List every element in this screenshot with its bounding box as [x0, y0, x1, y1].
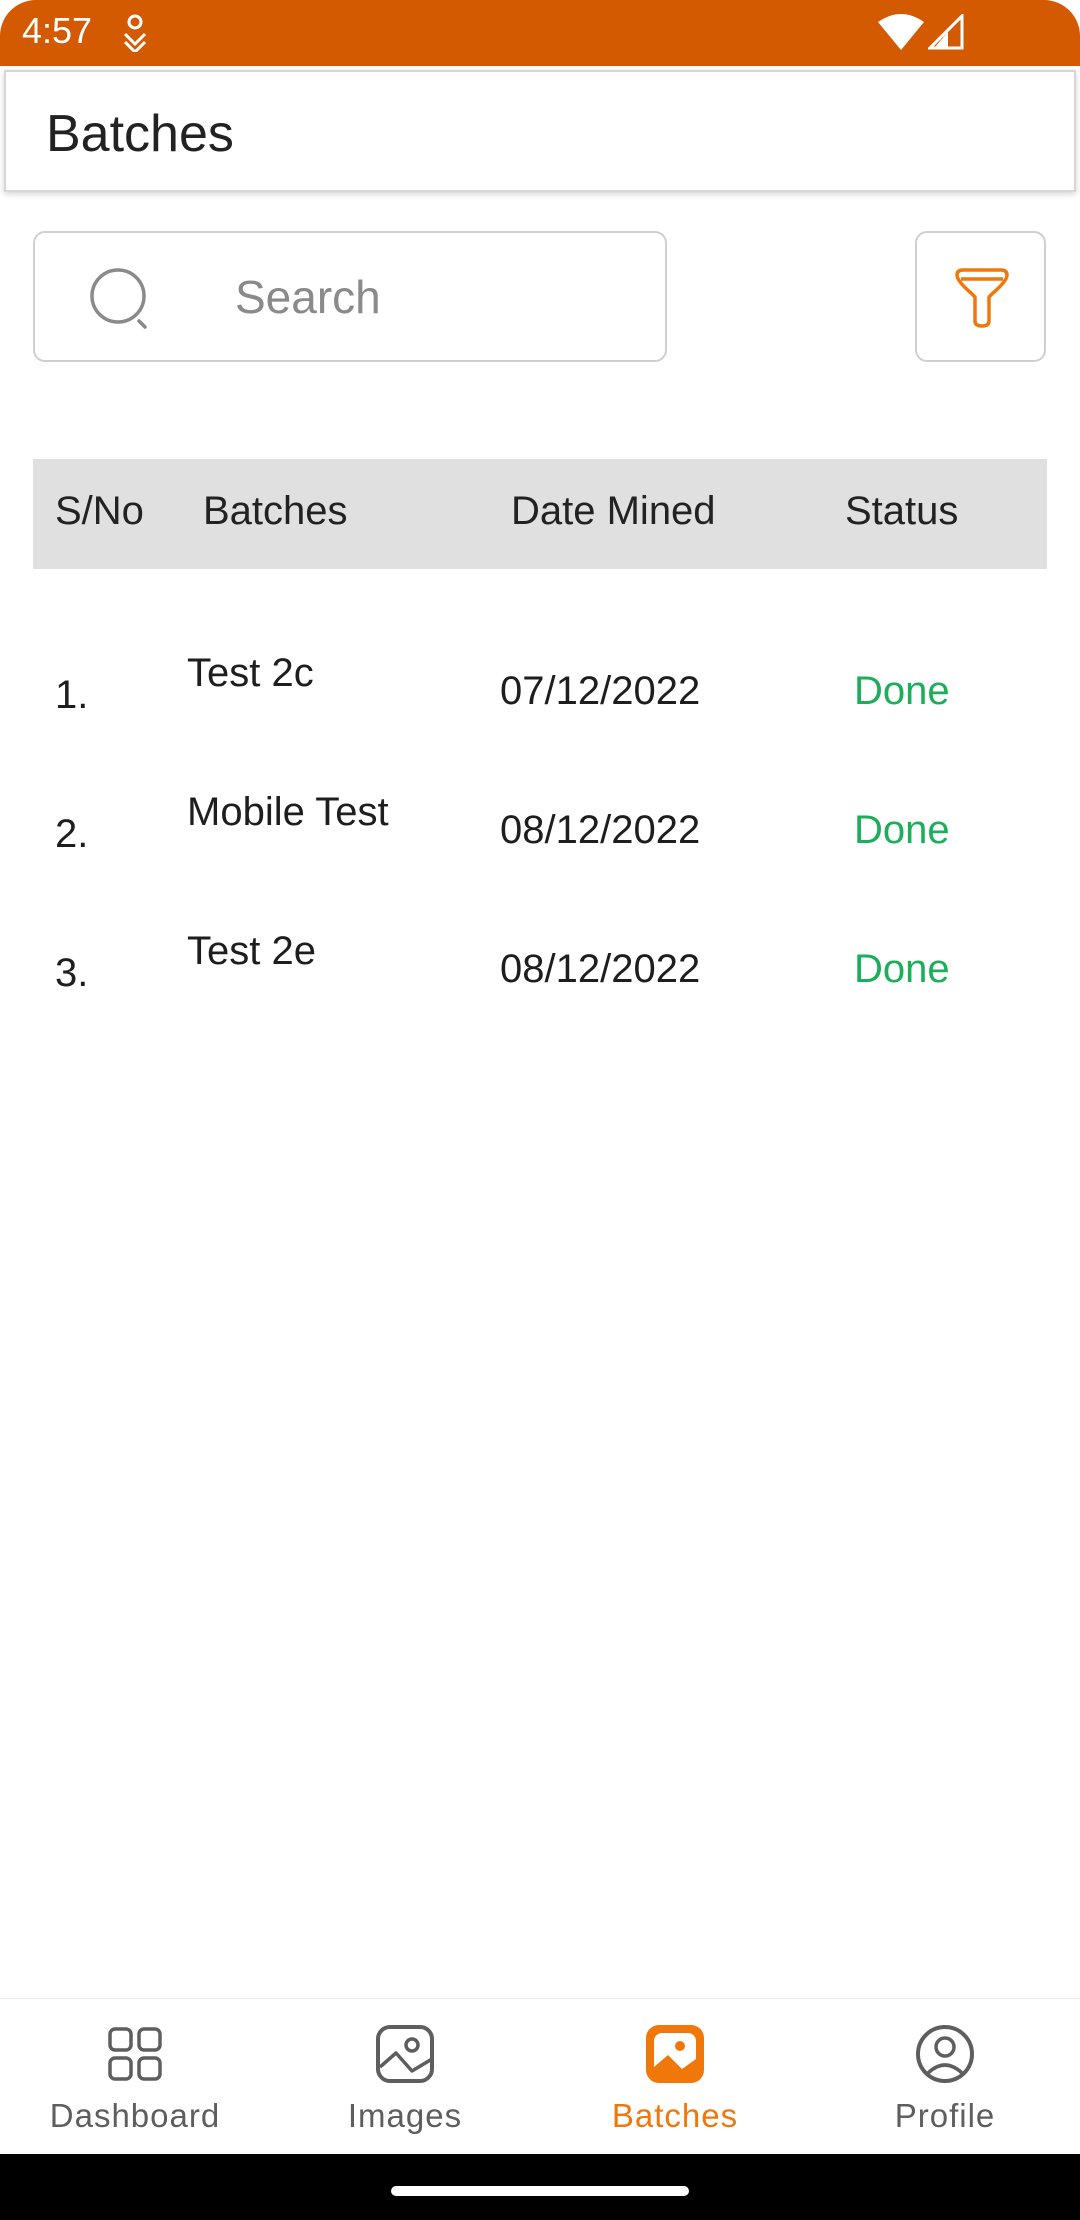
nav-item-profile[interactable]: Profile: [810, 1999, 1080, 2155]
row-sno: 2.: [55, 812, 89, 856]
system-gesture-bar: [0, 2154, 1080, 2220]
nav-label-batches: Batches: [611, 2097, 739, 2134]
row-sno: 3.: [55, 951, 89, 995]
home-gesture-handle[interactable]: [391, 2186, 689, 2196]
user-circle-icon: [916, 2025, 974, 2083]
row-status: Done: [854, 669, 950, 713]
nav-label-images: Images: [347, 2097, 463, 2134]
row-batch-name: Test 2e: [187, 929, 316, 973]
column-header-date-mined: Date Mined: [511, 489, 716, 533]
nav-label-dashboard: Dashboard: [49, 2097, 221, 2134]
row-batch-name: Test 2c: [187, 651, 314, 695]
nav-label-profile: Profile: [894, 2097, 996, 2134]
row-date-mined: 07/12/2022: [500, 669, 701, 713]
download-indicator-icon: [123, 14, 147, 52]
nav-item-dashboard[interactable]: Dashboard: [0, 1999, 270, 2155]
row-status: Done: [854, 947, 950, 991]
image-icon: [646, 2025, 704, 2083]
signal-icon: [928, 14, 964, 50]
bottom-nav: Dashboard Images Batches Profile: [0, 1998, 1080, 2154]
table-row[interactable]: 2. Mobile Test 08/12/2022 Done: [33, 790, 1047, 929]
app-bar: Batches: [4, 70, 1076, 192]
filter-icon: [955, 268, 1009, 328]
row-status: Done: [854, 808, 950, 852]
image-icon: [376, 2025, 434, 2083]
row-date-mined: 08/12/2022: [500, 808, 701, 852]
nav-item-batches[interactable]: Batches: [540, 1999, 810, 2155]
table-row[interactable]: 3. Test 2e 08/12/2022 Done: [33, 929, 1047, 1068]
row-batch-name: Mobile Test: [187, 790, 389, 834]
status-time: 4:57: [22, 10, 93, 51]
column-header-batches: Batches: [203, 489, 348, 533]
screen: 4:57 Batches S/No Batch: [0, 0, 1080, 2220]
table-header: S/No Batches Date Mined Status: [33, 459, 1047, 569]
status-bar: 4:57: [0, 0, 1080, 66]
filter-button[interactable]: [915, 231, 1046, 362]
row-date-mined: 08/12/2022: [500, 947, 701, 991]
search-input[interactable]: [235, 261, 615, 333]
column-header-status: Status: [845, 489, 959, 533]
column-header-sno: S/No: [55, 489, 144, 533]
page-title: Batches: [46, 105, 234, 163]
nav-item-images[interactable]: Images: [270, 1999, 540, 2155]
search-icon: [90, 268, 147, 329]
grid-icon: [108, 2027, 162, 2081]
wifi-icon: [878, 14, 924, 50]
row-sno: 1.: [55, 673, 89, 717]
table-row[interactable]: 1. Test 2c 07/12/2022 Done: [33, 651, 1047, 790]
search-box[interactable]: [33, 231, 667, 362]
